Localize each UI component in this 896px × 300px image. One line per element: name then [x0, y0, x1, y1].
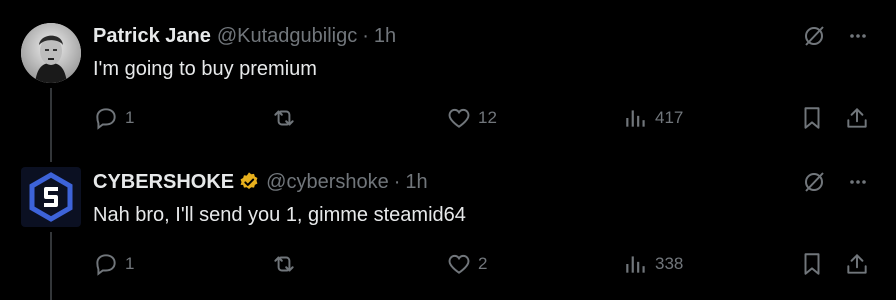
display-name[interactable]: CYBERSHOKE [93, 171, 234, 194]
reply-icon [93, 105, 119, 131]
reply-count: 1 [125, 108, 135, 127]
tweet-top-actions [802, 24, 868, 48]
views-count: 338 [655, 254, 684, 273]
separator: · [393, 170, 401, 193]
handle[interactable]: @cybershoke [266, 171, 389, 194]
handle[interactable]: @Kutadgubiligc [217, 25, 357, 48]
views-count: 417 [655, 108, 684, 127]
timestamp[interactable]: 1h [405, 171, 427, 194]
tweet[interactable]: Patrick Jane @Kutadgubiligc · 1h I'm goi… [0, 0, 896, 162]
share-button[interactable] [844, 251, 870, 277]
views-icon [623, 105, 649, 131]
repost-button[interactable] [271, 251, 303, 277]
like-button[interactable]: 2 [446, 251, 487, 277]
share-icon [847, 254, 867, 274]
share-icon [847, 108, 867, 128]
tweet-header: CYBERSHOKE @cybershoke · 1h [93, 170, 428, 194]
display-name[interactable]: Patrick Jane [93, 25, 211, 48]
tweet-header: Patrick Jane @Kutadgubiligc · 1h [93, 24, 396, 48]
bookmark-button[interactable] [799, 251, 825, 277]
like-count: 2 [478, 254, 488, 273]
grok-icon[interactable] [802, 170, 826, 194]
avatar[interactable] [21, 23, 81, 83]
views-button[interactable]: 338 [623, 251, 683, 277]
tweet-text: Nah bro, I'll send you 1, gimme steamid6… [93, 204, 466, 226]
tweet-top-actions [802, 170, 868, 194]
tweet-text: I'm going to buy premium [93, 58, 317, 80]
repost-button[interactable] [271, 105, 303, 131]
like-icon [446, 251, 472, 277]
views-button[interactable]: 417 [623, 105, 683, 131]
separator: · [362, 24, 369, 47]
tweet[interactable]: CYBERSHOKE @cybershoke · 1h Nah bro, I'l… [0, 162, 896, 300]
reply-button[interactable]: 1 [93, 105, 134, 131]
like-button[interactable]: 12 [446, 105, 497, 131]
repost-icon [271, 105, 297, 131]
reply-button[interactable]: 1 [93, 251, 134, 277]
views-icon [623, 251, 649, 277]
reply-icon [93, 251, 119, 277]
verified-badge-icon[interactable] [238, 171, 260, 193]
repost-icon [271, 251, 297, 277]
timestamp[interactable]: 1h [374, 25, 396, 48]
bookmark-icon [804, 107, 820, 129]
share-button[interactable] [844, 105, 870, 131]
bookmark-button[interactable] [799, 105, 825, 131]
like-icon [446, 105, 472, 131]
reply-count: 1 [125, 254, 135, 273]
bookmark-icon [804, 253, 820, 275]
grok-icon[interactable] [802, 24, 826, 48]
more-icon[interactable] [848, 172, 868, 192]
like-count: 12 [478, 108, 497, 127]
avatar[interactable] [21, 167, 81, 227]
more-icon[interactable] [848, 26, 868, 46]
